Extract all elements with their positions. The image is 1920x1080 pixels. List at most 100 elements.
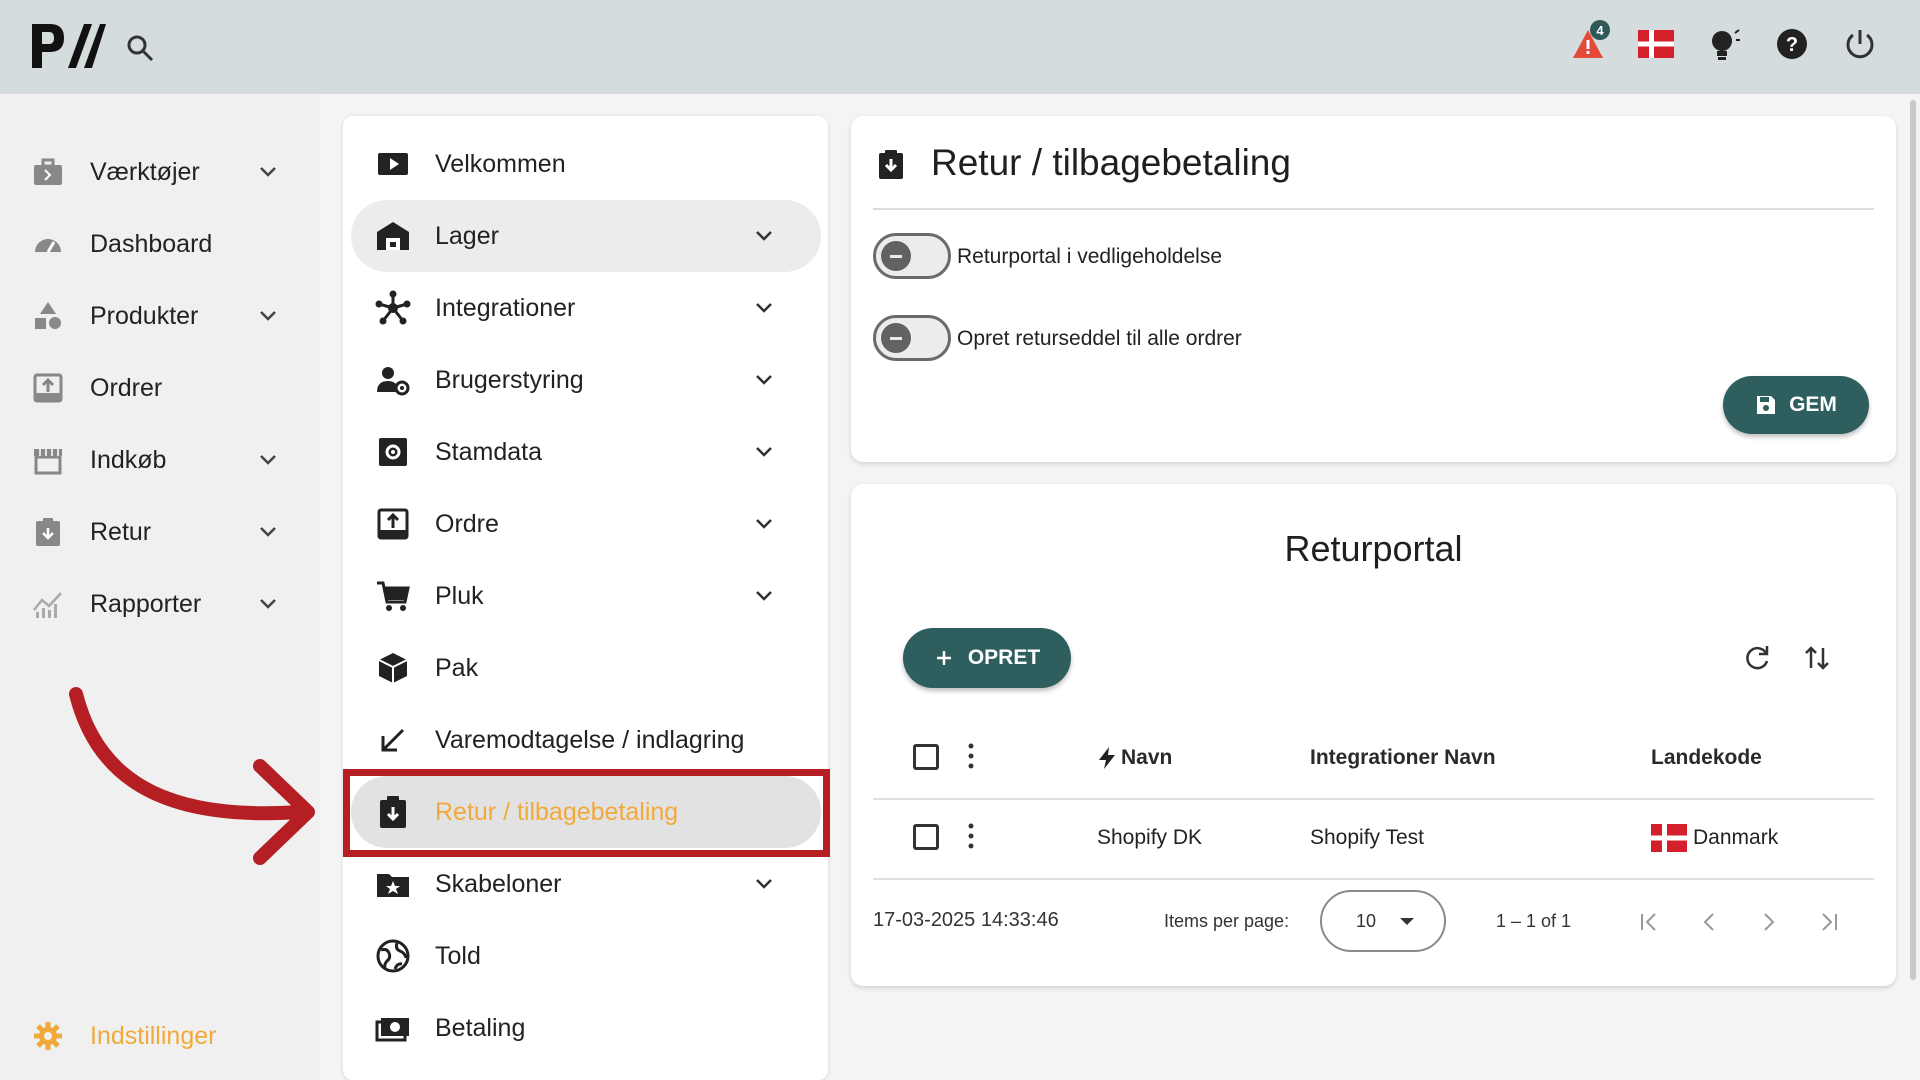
save-button[interactable]: GEM xyxy=(1723,376,1869,434)
top-bar: 4 ? xyxy=(0,0,1920,94)
first-page-icon[interactable] xyxy=(1635,908,1663,936)
products-icon xyxy=(35,302,61,329)
menu-item-ordre[interactable]: Ordre xyxy=(351,488,821,560)
menu-item-label: Ordre xyxy=(435,509,499,538)
section-title: Returportal xyxy=(1284,528,1463,569)
create-button[interactable]: OPRET xyxy=(903,628,1071,688)
menu-item-label: Varemodtagelse / indlagring xyxy=(435,725,745,754)
save-icon xyxy=(1757,396,1776,414)
return-slip-toggle[interactable] xyxy=(873,315,951,361)
save-label: GEM xyxy=(1789,393,1837,416)
page-title: Retur / tilbagebetaling xyxy=(931,142,1291,183)
sidebar-item-label: Rapporter xyxy=(90,589,202,618)
chevron-down-icon xyxy=(756,591,772,601)
payment-icon xyxy=(375,1018,409,1042)
items-per-page-select[interactable]: 10 xyxy=(1320,890,1446,952)
retur-settings-card: Retur / tilbagebetaling Returportal i ve… xyxy=(851,116,1896,462)
last-page-icon[interactable] xyxy=(1815,908,1843,936)
menu-item-stamdata[interactable]: Stamdata xyxy=(351,416,821,488)
sidebar-item-indstillinger[interactable]: Indstillinger xyxy=(0,1006,320,1066)
plus-icon xyxy=(936,651,951,665)
chevron-down-icon xyxy=(756,303,772,313)
menu-item-label: Pluk xyxy=(435,581,484,610)
sidebar-item-produkter[interactable]: Produkter xyxy=(0,286,320,346)
menu-item-pak[interactable]: Pak xyxy=(351,632,821,704)
sidebar-item-rapporter[interactable]: Rapporter xyxy=(0,574,320,634)
row-checkbox[interactable] xyxy=(913,824,939,850)
sidebar-item-label: Indkøb xyxy=(90,445,167,474)
kebab-menu-icon[interactable] xyxy=(967,822,975,850)
refresh-icon[interactable] xyxy=(1741,642,1773,674)
sidebar-item-label: Produkter xyxy=(90,301,199,330)
column-header-integration[interactable]: Integrationer Navn xyxy=(1310,746,1496,770)
denmark-flag-icon xyxy=(1651,824,1687,852)
menu-item-label: Betaling xyxy=(435,1013,526,1042)
menu-item-betaling[interactable]: Betaling xyxy=(351,992,821,1064)
sidebar-item-dashboard[interactable]: Dashboard xyxy=(0,214,320,274)
sidebar-item-label: Retur xyxy=(90,517,152,546)
user-management-icon xyxy=(377,367,410,396)
cell-landekode: Danmark xyxy=(1693,826,1779,849)
maintenance-toggle-label: Returportal i vedligeholdelse xyxy=(957,245,1222,268)
menu-item-label: Stamdata xyxy=(435,437,543,466)
items-per-page-label: Items per page: xyxy=(1164,911,1290,931)
prev-page-icon[interactable] xyxy=(1695,908,1723,936)
integrations-icon xyxy=(375,290,411,325)
select-all-checkbox[interactable] xyxy=(913,744,939,770)
cell-integration: Shopify Test xyxy=(1310,826,1425,849)
receive-arrow-icon xyxy=(381,728,405,752)
app-logo[interactable] xyxy=(28,20,106,72)
menu-item-integrationer[interactable]: Integrationer xyxy=(351,272,821,344)
chevron-down-icon xyxy=(756,879,772,889)
master-data-icon xyxy=(379,438,407,466)
sidebar-item-label: Ordrer xyxy=(90,373,163,402)
chevron-down-icon xyxy=(260,599,276,609)
orders-icon xyxy=(33,373,63,403)
return-portal-card: Returportal OPRET Navn Integrationer Nav… xyxy=(851,484,1896,986)
templates-icon xyxy=(377,874,409,897)
menu-item-lager[interactable]: Lager xyxy=(351,200,821,272)
column-header-landekode[interactable]: Landekode xyxy=(1651,746,1762,770)
sidebar-item-label: Dashboard xyxy=(90,229,213,258)
reports-icon xyxy=(33,592,62,618)
title-divider xyxy=(873,208,1874,210)
gear-icon xyxy=(34,1022,62,1050)
sidebar-item-label: Værktøjer xyxy=(90,157,200,186)
menu-item-velkommen[interactable]: Velkommen xyxy=(351,128,821,200)
toggle-knob xyxy=(881,323,911,353)
power-icon[interactable] xyxy=(1840,24,1880,64)
menu-item-pluk[interactable]: Pluk xyxy=(351,560,821,632)
chevron-down-icon xyxy=(756,231,772,241)
menu-item-varemodtagelse[interactable]: Varemodtagelse / indlagring xyxy=(351,704,821,776)
help-icon[interactable]: ? xyxy=(1772,24,1812,64)
sidebar-item-ordrer[interactable]: Ordrer xyxy=(0,358,320,418)
settings-menu-panel: Velkommen Lager Integrationer Brugerstyr… xyxy=(343,116,828,1080)
lightbulb-icon[interactable] xyxy=(1704,24,1744,64)
denmark-flag-icon[interactable] xyxy=(1636,24,1676,64)
menu-item-told[interactable]: Told xyxy=(351,920,821,992)
svg-text:?: ? xyxy=(1786,34,1798,56)
purchase-icon xyxy=(34,449,62,475)
menu-item-skabeloner[interactable]: Skabeloner xyxy=(351,848,821,920)
timestamp: 17-03-2025 14:33:46 xyxy=(873,909,1059,931)
menu-item-label: Pak xyxy=(435,653,479,682)
chevron-down-icon xyxy=(756,375,772,385)
maintenance-toggle[interactable] xyxy=(873,233,951,279)
sidebar-item-indkob[interactable]: Indkøb xyxy=(0,430,320,490)
settings-label: Indstillinger xyxy=(90,1021,217,1050)
scrollbar-thumb[interactable] xyxy=(1910,100,1916,980)
play-icon xyxy=(378,153,408,175)
sidebar-item-vaerktojer[interactable]: Værktøjer xyxy=(0,142,320,202)
kebab-menu-icon[interactable] xyxy=(967,742,975,770)
menu-item-label: Lager xyxy=(435,221,499,250)
dashboard-icon xyxy=(35,239,61,253)
warehouse-icon xyxy=(377,222,409,250)
menu-item-brugerstyring[interactable]: Brugerstyring xyxy=(351,344,821,416)
sort-icon[interactable] xyxy=(1801,642,1833,674)
alert-icon[interactable]: 4 xyxy=(1568,20,1610,64)
chevron-down-icon xyxy=(260,311,276,321)
search-icon[interactable] xyxy=(124,32,156,64)
column-header-navn[interactable]: Navn xyxy=(1121,746,1172,770)
sidebar-item-retur[interactable]: Retur xyxy=(0,502,320,562)
next-page-icon[interactable] xyxy=(1755,908,1783,936)
